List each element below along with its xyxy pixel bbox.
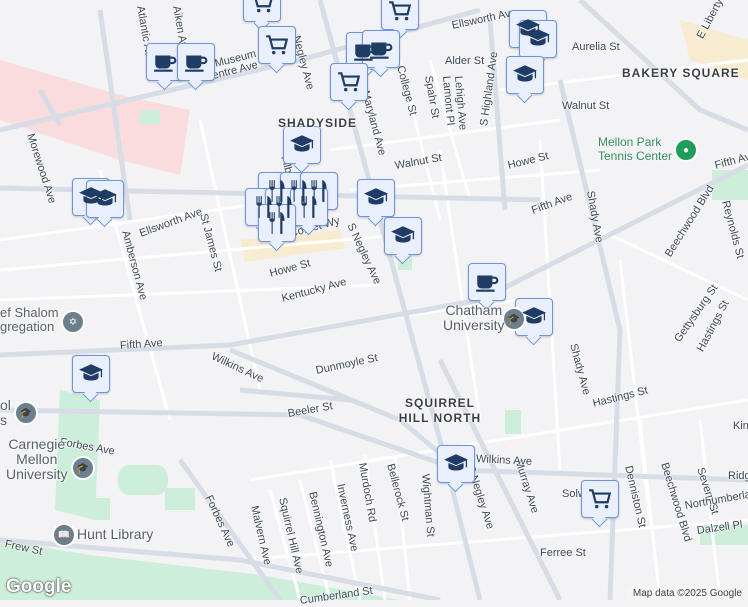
school-marker[interactable] (519, 20, 557, 58)
tennis-pin-icon[interactable]: ● (674, 138, 698, 162)
hunt-library-label[interactable]: Hunt Library (77, 527, 153, 542)
restaurant-icon (301, 196, 317, 218)
street-label: Alder St (445, 55, 485, 67)
shopping-cart-icon (589, 489, 612, 509)
shopping-cart-marker[interactable] (243, 0, 281, 22)
street-label: Ridge (728, 470, 748, 482)
university-pin-icon[interactable]: 🎓 (71, 456, 95, 480)
tennis-center-label[interactable]: Mellon Park Tennis Center (598, 135, 672, 163)
school-marker[interactable] (283, 126, 321, 164)
school-icon (513, 65, 537, 82)
shopping-cart-marker[interactable] (381, 0, 419, 30)
school-marker[interactable] (384, 217, 422, 255)
map-attribution: Map data ©2025 Google (626, 587, 748, 600)
school-icon (364, 188, 388, 205)
school-marker[interactable] (72, 355, 110, 393)
restaurant-icon (269, 212, 285, 234)
coffee-icon (185, 55, 208, 72)
street-label: Aurelia St (572, 41, 620, 53)
school-icon (444, 454, 468, 471)
library-pin-icon[interactable]: 📖 (52, 523, 76, 547)
shopping-cart-icon (338, 72, 361, 92)
coffee-marker[interactable] (468, 263, 506, 301)
street-label: Ferree St (540, 547, 586, 559)
area-bakery-square: BAKERY SQUARE (622, 66, 740, 80)
cmu-label[interactable]: Carnegie Mellon University (6, 437, 67, 482)
shopping-cart-marker[interactable] (581, 480, 619, 518)
school-marker[interactable] (86, 180, 124, 218)
school-icon (93, 189, 117, 206)
area-shadyside: SHADYSIDE (278, 116, 358, 130)
school-icon (290, 135, 314, 152)
area-squirrel-hill-north: SQUIRREL HILL NORTH (398, 396, 482, 425)
shopping-cart-icon (266, 35, 289, 55)
school-icon (522, 307, 546, 324)
shopping-cart-icon (254, 0, 273, 13)
coffee-icon (154, 55, 177, 72)
school-label: ol s (0, 397, 11, 428)
school-marker[interactable] (357, 179, 395, 217)
school-pin-icon[interactable]: 🎓 (14, 401, 38, 425)
coffee-icon (370, 42, 393, 59)
school-icon (526, 29, 550, 46)
street-label: Kin (733, 420, 748, 432)
synagogue-pin-icon[interactable]: ✡ (61, 310, 85, 334)
school-marker[interactable] (506, 56, 544, 94)
shopping-cart-marker[interactable] (330, 63, 368, 101)
coffee-icon (476, 275, 499, 292)
shopping-cart-icon (389, 1, 412, 21)
school-marker[interactable] (515, 298, 553, 336)
school-icon (391, 226, 415, 243)
school-icon (79, 364, 103, 381)
school-marker[interactable] (437, 445, 475, 483)
chatham-label[interactable]: Chatham University (443, 303, 504, 333)
rodef-shalom-label[interactable]: ef Shalom gregation (0, 306, 59, 334)
google-logo: Google (6, 576, 72, 597)
coffee-marker[interactable] (177, 43, 215, 81)
street-label: Walnut St (562, 100, 610, 112)
shopping-cart-marker[interactable] (258, 26, 296, 64)
